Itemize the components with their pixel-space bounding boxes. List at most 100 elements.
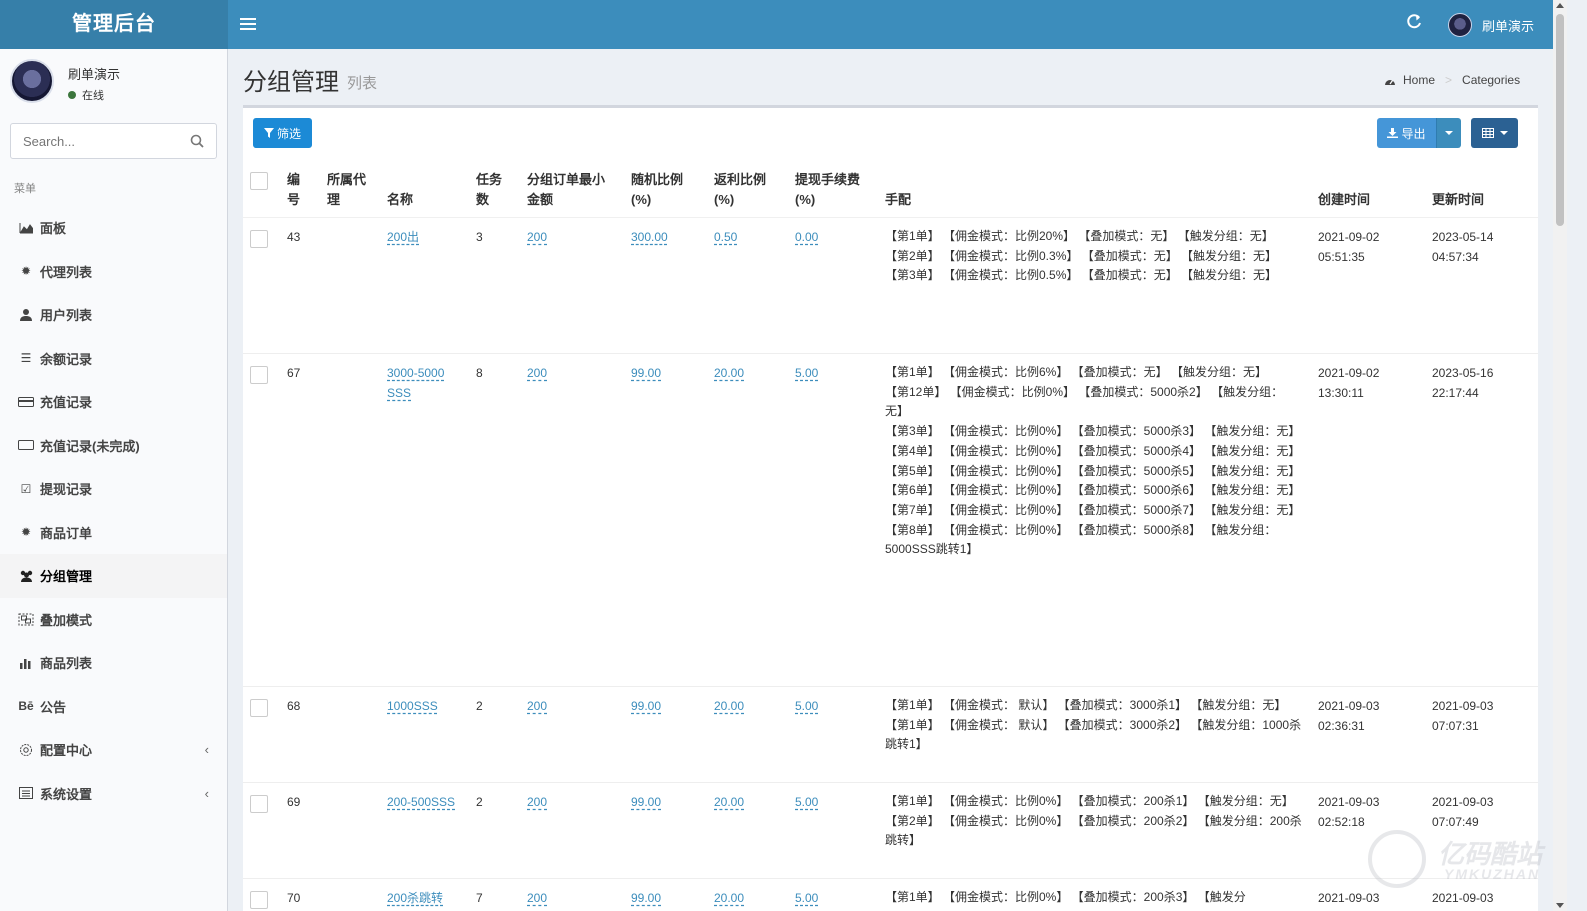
sidebar-item-dashboard[interactable]: 面板: [0, 206, 227, 250]
cell-created: 2021-09-03 02:36:31: [1318, 699, 1380, 733]
cell-random-ratio-link[interactable]: 99.00: [631, 792, 661, 812]
column-header-agent[interactable]: 所属代理: [327, 170, 372, 210]
cell-tasks: 3: [476, 230, 483, 244]
cell-manual: 【第1单】 【佣金模式：比例0%】 【叠加模式：200杀3】 【触发分: [885, 890, 1246, 904]
vertical-scrollbar[interactable]: [1553, 0, 1567, 911]
column-header-fee[interactable]: 提现手续费(%): [795, 170, 867, 210]
search-input[interactable]: [11, 124, 181, 158]
column-header-rebate-ratio[interactable]: 返利比例(%): [714, 170, 774, 210]
breadcrumb-home[interactable]: Home: [1403, 73, 1435, 87]
sidebar-item-label: 充值记录: [40, 395, 93, 411]
cell-id: 67: [287, 366, 301, 380]
cell-min-amount-link[interactable]: 200: [527, 696, 547, 716]
columns-toggle-button[interactable]: [1471, 118, 1518, 148]
cell-rebate-ratio-link[interactable]: 20.00: [714, 696, 744, 716]
sidebar-item-config[interactable]: 配置中心 ‹: [0, 728, 227, 772]
sidebar-item-recharge[interactable]: 充值记录: [0, 380, 227, 424]
sidebar-item-orders[interactable]: ✹ 商品订单: [0, 511, 227, 555]
cell-id: 43: [287, 230, 301, 244]
page-title: 分组管理: [243, 69, 339, 96]
sidebar-item-agents[interactable]: ✹ 代理列表: [0, 250, 227, 294]
cell-fee-link[interactable]: 5.00: [795, 792, 818, 812]
sidebar-item-label: 充值记录(未完成): [40, 438, 140, 454]
sidebar-item-withdraw[interactable]: ☑ 提现记录: [0, 467, 227, 511]
cell-name-link[interactable]: 200出: [387, 227, 447, 247]
column-header-name[interactable]: 名称: [387, 190, 413, 210]
scroll-down-arrow-icon[interactable]: [1556, 903, 1564, 908]
cell-fee-link[interactable]: 5.00: [795, 363, 818, 383]
row-checkbox[interactable]: [250, 891, 268, 909]
cell-min-amount-link[interactable]: 200: [527, 363, 547, 383]
cell-created: 2021-09-02 05:51:35: [1318, 230, 1380, 264]
export-button-label: 导出: [1401, 126, 1426, 141]
watermark-logo: 亿码酷站 YMKUZHAN: [1368, 830, 1553, 890]
export-button[interactable]: 导出: [1377, 118, 1436, 148]
column-header-tasks[interactable]: 任务数: [476, 170, 508, 210]
filter-button[interactable]: 筛选: [253, 118, 312, 148]
cell-random-ratio-link[interactable]: 99.00: [631, 888, 661, 908]
user-menu[interactable]: 刷单演示: [1448, 12, 1534, 38]
export-dropdown-button[interactable]: [1436, 118, 1461, 148]
sidebar-menu: 面板 ✹ 代理列表 用户列表 ☰ 余额记录 充值记录 充值记录(未完成) ☑ 提现记录…: [0, 206, 227, 815]
cell-min-amount-link[interactable]: 200: [527, 227, 547, 247]
column-header-min-amount[interactable]: 分组订单最小金额: [527, 170, 615, 210]
cell-fee-link[interactable]: 5.00: [795, 696, 818, 716]
cell-random-ratio-link[interactable]: 300.00: [631, 227, 668, 247]
cell-updated: 2021-09-03 07:07:49: [1432, 795, 1494, 829]
cell-name-link[interactable]: 200-500SSS: [387, 792, 455, 812]
cell-random-ratio-link[interactable]: 99.00: [631, 696, 661, 716]
scrollbar-thumb[interactable]: [1556, 14, 1564, 226]
sidebar-item-products[interactable]: 商品列表: [0, 641, 227, 685]
column-header-created[interactable]: 创建时间: [1318, 190, 1370, 210]
cell-min-amount-link[interactable]: 200: [527, 888, 547, 908]
sidebar-toggle-icon[interactable]: [240, 15, 256, 33]
sidebar-item-label: 叠加模式: [40, 612, 93, 628]
cell-rebate-ratio-link[interactable]: 20.00: [714, 363, 744, 383]
cell-id: 70: [287, 891, 301, 905]
cell-created: 2021-09-03: [1318, 891, 1380, 905]
search-icon[interactable]: [190, 134, 204, 148]
cell-random-ratio-link[interactable]: 99.00: [631, 363, 661, 383]
cell-rebate-ratio-link[interactable]: 20.00: [714, 888, 744, 908]
row-checkbox[interactable]: [250, 366, 268, 384]
row-checkbox[interactable]: [250, 699, 268, 717]
sidebar-item-recharge-pending[interactable]: 充值记录(未完成): [0, 424, 227, 468]
cell-name-link[interactable]: 3000-5000SSS: [387, 363, 447, 403]
sidebar-item-notice[interactable]: Bē 公告: [0, 685, 227, 729]
cell-rebate-ratio-link[interactable]: 20.00: [714, 792, 744, 812]
sidebar-user-name: 刷单演示: [68, 67, 121, 82]
page-subtitle: 列表: [347, 75, 378, 92]
cell-name-link[interactable]: 200杀跳转: [387, 888, 443, 908]
cell-min-amount-link[interactable]: 200: [527, 792, 547, 812]
column-header-random-ratio[interactable]: 随机比例(%): [631, 170, 691, 210]
cell-name-link[interactable]: 1000SSS: [387, 696, 438, 716]
cell-fee-link[interactable]: 0.00: [795, 227, 818, 247]
cell-rebate-ratio-link[interactable]: 0.50: [714, 227, 737, 247]
row-checkbox[interactable]: [250, 230, 268, 248]
scroll-up-arrow-icon[interactable]: [1556, 3, 1564, 8]
sidebar-item-users[interactable]: 用户列表: [0, 293, 227, 337]
row-checkbox[interactable]: [250, 795, 268, 813]
check-square-icon: ☑: [20, 481, 32, 496]
header-user-name: 刷单演示: [1482, 18, 1535, 34]
column-header-manual[interactable]: 手配: [885, 190, 911, 210]
users-icon: [18, 569, 34, 583]
avatar: [1448, 13, 1472, 37]
select-all-checkbox[interactable]: [250, 172, 268, 190]
sidebar-item-groups[interactable]: 分组管理: [0, 554, 227, 598]
cell-fee-link[interactable]: 5.00: [795, 888, 818, 908]
cell-manual: 【第1单】 【佣金模式：比例6%】 【叠加模式：无】 【触发分组：无】 【第12…: [885, 365, 1301, 557]
sidebar-item-balance[interactable]: ☰ 余额记录: [0, 337, 227, 381]
sidebar-search: [10, 123, 217, 159]
behance-icon: Bē: [18, 699, 34, 714]
column-header-updated[interactable]: 更新时间: [1432, 190, 1484, 210]
sidebar-item-stack-mode[interactable]: 叠加模式: [0, 598, 227, 642]
cell-tasks: 7: [476, 891, 483, 905]
cell-manual: 【第1单】 【佣金模式：比例20%】 【叠加模式：无】 【触发分组：无】 【第2…: [885, 229, 1278, 283]
sidebar-item-label: 商品列表: [40, 656, 93, 672]
refresh-icon[interactable]: [1404, 14, 1424, 34]
app-logo[interactable]: 管理后台: [0, 0, 228, 49]
sidebar-item-system[interactable]: 系统设置 ‹: [0, 772, 227, 816]
filter-icon: [263, 128, 274, 138]
column-header-id[interactable]: 编号: [287, 170, 307, 210]
